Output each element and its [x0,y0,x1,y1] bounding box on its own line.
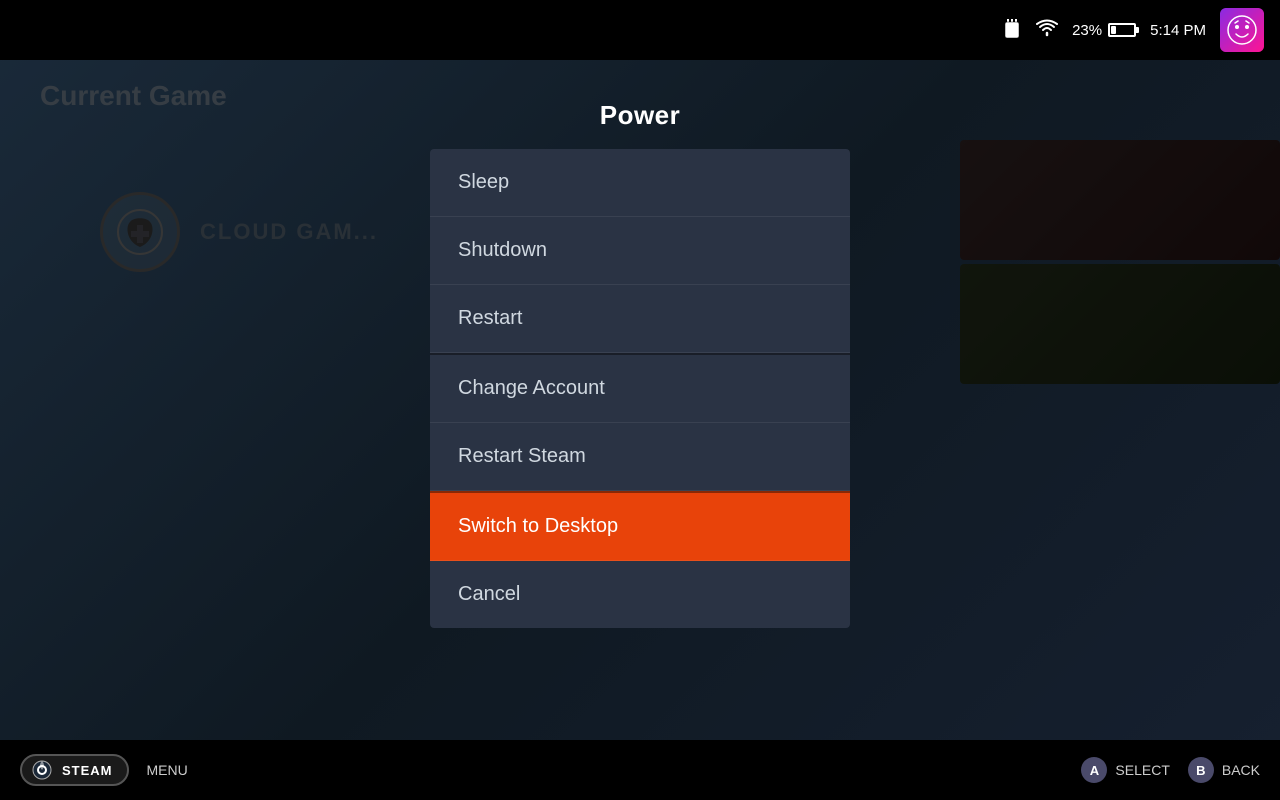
b-button-label: B [1196,763,1205,778]
steam-label: STEAM [62,763,113,778]
power-dialog-overlay: Power SleepShutdownRestartChange Account… [0,0,1280,800]
power-item-switch-desktop[interactable]: Switch to Desktop [430,491,850,561]
power-item-sleep[interactable]: Sleep [430,149,850,217]
menu-label: MENU [147,762,188,778]
power-dialog-title: Power [600,100,681,131]
steam-menu-group: STEAM MENU [20,754,188,786]
steam-button[interactable]: STEAM [20,754,129,786]
bottom-right-controls: A SELECT B BACK [1081,757,1260,783]
a-button[interactable]: A [1081,757,1107,783]
power-item-change-account[interactable]: Change Account [430,353,850,423]
b-button[interactable]: B [1188,757,1214,783]
power-item-restart[interactable]: Restart [430,285,850,353]
battery-percent: 23% [1072,22,1102,39]
power-item-restart-steam[interactable]: Restart Steam [430,423,850,491]
topbar: 23% 5:14 PM [0,0,1280,60]
sd-card-icon [1002,17,1022,44]
power-item-cancel[interactable]: Cancel [430,561,850,628]
battery-info: 23% [1072,22,1136,39]
a-button-label: A [1090,763,1099,778]
avatar[interactable] [1220,8,1264,52]
power-item-shutdown[interactable]: Shutdown [430,217,850,285]
select-action: A SELECT [1081,757,1169,783]
wifi-icon [1036,19,1058,42]
bottombar: STEAM MENU A SELECT B BACK [0,740,1280,800]
steam-logo-icon [32,760,52,780]
time-display: 5:14 PM [1150,22,1206,39]
battery-bar [1108,23,1136,37]
power-menu: SleepShutdownRestartChange AccountRestar… [430,149,850,628]
select-label: SELECT [1115,762,1169,778]
battery-fill [1111,26,1116,34]
back-action: B BACK [1188,757,1260,783]
topbar-icons: 23% 5:14 PM [1002,8,1264,52]
back-label: BACK [1222,762,1260,778]
